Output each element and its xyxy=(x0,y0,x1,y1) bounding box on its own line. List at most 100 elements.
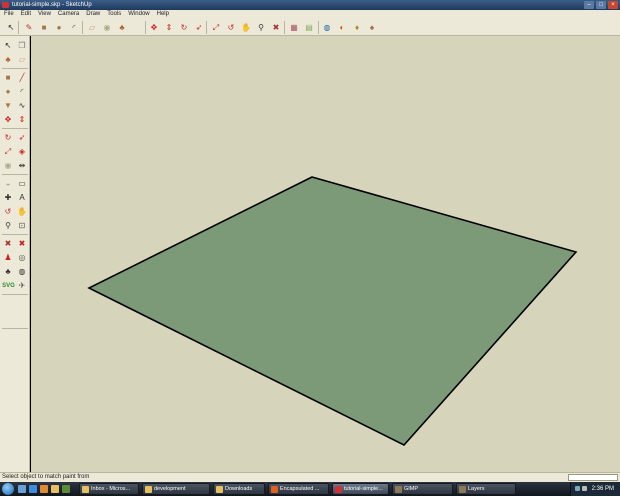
menu-tools[interactable]: Tools xyxy=(107,10,121,19)
top-push-pull-icon[interactable]: ⇕ xyxy=(163,22,175,34)
top-follow-me-icon[interactable]: ➶ xyxy=(193,22,205,34)
taskbar-app-icon xyxy=(459,486,466,493)
ie-icon[interactable] xyxy=(29,485,37,493)
left-dimension-icon[interactable]: ⇹ xyxy=(16,160,28,172)
top-components-icon[interactable]: ▦ xyxy=(288,22,300,34)
left-3d-text-icon[interactable]: A xyxy=(16,192,28,204)
taskbar-button[interactable]: GIMP xyxy=(392,483,453,495)
top-orbit-icon[interactable]: ↺ xyxy=(225,22,237,34)
top-share-model-icon[interactable]: ♠ xyxy=(366,22,378,34)
taskbar-button[interactable]: Layers xyxy=(456,483,516,495)
network-icon[interactable] xyxy=(575,486,580,491)
taskbar-button[interactable]: tutorial-simple... xyxy=(332,483,389,495)
volume-icon[interactable] xyxy=(582,486,587,491)
taskbar-button[interactable]: Inbox - Micros... xyxy=(79,483,139,495)
taskbar-button-label: Layers xyxy=(468,486,485,492)
menu-camera[interactable]: Camera xyxy=(58,10,79,19)
taskbar-button[interactable]: Downloads xyxy=(213,483,265,495)
toolbar-separator xyxy=(2,128,28,129)
menu-file[interactable]: File xyxy=(4,10,14,19)
taskbar-app-icon xyxy=(335,486,342,493)
top-scale-icon[interactable]: ⤢ xyxy=(210,22,222,34)
top-zoom-extents-icon[interactable]: ✖ xyxy=(270,22,282,34)
top-zoom-icon[interactable]: ⚲ xyxy=(255,22,267,34)
app-quicklaunch-icon[interactable] xyxy=(62,485,70,493)
toolbar-separator xyxy=(284,21,285,34)
left-polygon-icon[interactable]: ▼ xyxy=(2,100,14,112)
left-section-plane-icon[interactable]: ◍ xyxy=(16,266,28,278)
menu-window[interactable]: Window xyxy=(128,10,149,19)
left-move-icon[interactable]: ✥ xyxy=(2,114,14,126)
left-arc-icon[interactable]: ◜ xyxy=(16,86,28,98)
top-circle-icon[interactable]: ● xyxy=(53,22,65,34)
left-zoom-extents-icon[interactable]: ✖ xyxy=(2,238,14,250)
left-circle-icon[interactable]: ● xyxy=(2,86,14,98)
taskbar-button[interactable]: development xyxy=(142,483,210,495)
close-button[interactable]: × xyxy=(608,1,618,9)
model-canvas[interactable] xyxy=(31,36,620,472)
left-make-component-icon[interactable]: ❒ xyxy=(16,40,28,52)
taskbar-button[interactable]: Encapsulated ... xyxy=(268,483,329,495)
left-walk-icon[interactable]: ♣ xyxy=(2,266,14,278)
top-paint-bucket-icon[interactable]: ♣ xyxy=(116,22,128,34)
left-push-pull-icon[interactable]: ⇕ xyxy=(16,114,28,126)
top-get-models-icon[interactable]: ♦ xyxy=(351,22,363,34)
left-line-icon[interactable]: ╱ xyxy=(16,72,28,84)
left-paint-bucket-icon[interactable]: ♣ xyxy=(2,54,14,66)
show-desktop-icon[interactable] xyxy=(18,485,26,493)
top-eraser-icon[interactable]: ▱ xyxy=(86,22,98,34)
taskbar-button-label: tutorial-simple... xyxy=(344,486,383,492)
left-previous-view-icon[interactable]: ✖ xyxy=(16,238,28,250)
menu-edit[interactable]: Edit xyxy=(21,10,31,19)
maximize-button[interactable]: □ xyxy=(596,1,606,9)
top-tape-measure-icon[interactable]: ◉ xyxy=(101,22,113,34)
left-zoom-icon[interactable]: ⚲ xyxy=(2,220,14,232)
taskbar-app-icon xyxy=(271,486,278,493)
left-rectangle-icon[interactable]: ■ xyxy=(2,72,14,84)
minimize-button[interactable]: – xyxy=(584,1,594,9)
taskbar-app-icon xyxy=(395,486,402,493)
left-select-icon[interactable]: ↖ xyxy=(2,40,14,52)
top-rectangle-icon[interactable]: ■ xyxy=(38,22,50,34)
top-pencil-icon[interactable]: ✎ xyxy=(23,22,35,34)
left-offset-icon[interactable]: ◈ xyxy=(16,146,28,158)
toolbar-separator xyxy=(2,294,28,295)
top-google-earth-icon[interactable]: ◍ xyxy=(321,22,333,34)
left-rotate-icon[interactable]: ↻ xyxy=(2,132,14,144)
top-photo-textures-icon[interactable]: ◐ xyxy=(336,22,348,34)
status-bar: Select object to match paint from xyxy=(0,472,620,482)
folder-icon[interactable] xyxy=(51,485,59,493)
top-pan-icon[interactable]: ✋ xyxy=(240,22,252,34)
window-titlebar[interactable]: tutorial-simple.skp - SketchUp – □ × xyxy=(0,0,620,10)
left-sandbox-icon[interactable]: ✈ xyxy=(16,280,28,292)
left-toolbar: ↖ ❒ ♣ ▱ ■ ╱ ● ◜ ▼ ∿ ✥ ⇕ ↻ ➶ ⤢ ◈ ◉ ⇹ ◒ ▭ ✚ A ↺ ✋ ⚲ ⊡ ✖ ✖ ♟ ◎ ♣ ◍ SVG ✈ xyxy=(0,36,30,472)
left-orbit-icon[interactable]: ↺ xyxy=(2,206,14,218)
top-rotate-icon[interactable]: ↻ xyxy=(178,22,190,34)
menu-draw[interactable]: Draw xyxy=(86,10,100,19)
measurements-box[interactable] xyxy=(568,474,618,481)
top-arc-icon[interactable]: ◜ xyxy=(68,22,80,34)
left-protractor-icon[interactable]: ◒ xyxy=(2,178,14,190)
top-materials-icon[interactable]: ▤ xyxy=(303,22,315,34)
menu-view[interactable]: View xyxy=(38,10,51,19)
model-viewport[interactable] xyxy=(31,36,620,472)
start-button[interactable] xyxy=(2,483,14,495)
left-scale-icon[interactable]: ⤢ xyxy=(2,146,14,158)
menu-help[interactable]: Help xyxy=(157,10,169,19)
left-pan-icon[interactable]: ✋ xyxy=(16,206,28,218)
ground-face[interactable] xyxy=(87,176,578,446)
clock[interactable]: 2:36 PM xyxy=(592,482,614,496)
top-select-icon[interactable]: ↖ xyxy=(5,22,17,34)
left-svg-export-icon[interactable]: SVG xyxy=(2,280,15,292)
left-follow-me-icon[interactable]: ➶ xyxy=(16,132,28,144)
left-eraser-icon[interactable]: ▱ xyxy=(16,54,28,66)
left-position-camera-icon[interactable]: ♟ xyxy=(2,252,14,264)
left-zoom-window-icon[interactable]: ⊡ xyxy=(16,220,28,232)
top-move-icon[interactable]: ✥ xyxy=(148,22,160,34)
firefox-icon[interactable] xyxy=(40,485,48,493)
left-tape-measure-icon[interactable]: ◉ xyxy=(2,160,14,172)
left-axes-icon[interactable]: ✚ xyxy=(2,192,14,204)
left-look-around-icon[interactable]: ◎ xyxy=(16,252,28,264)
left-freehand-icon[interactable]: ∿ xyxy=(16,100,28,112)
left-text-icon[interactable]: ▭ xyxy=(16,178,28,190)
